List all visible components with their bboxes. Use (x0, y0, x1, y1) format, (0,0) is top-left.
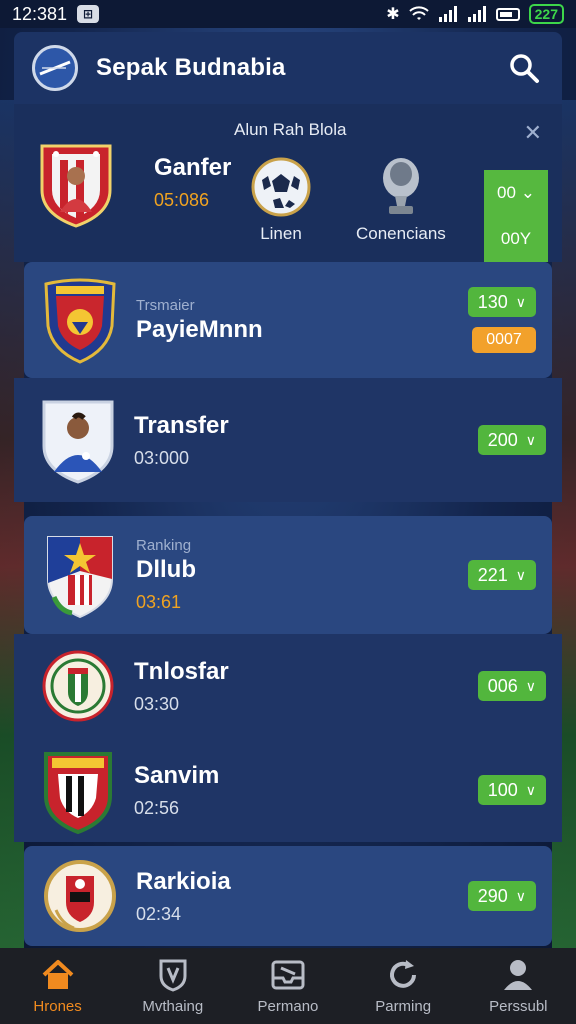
status-bar: 12:381 ⊞ ✱ 227 (0, 0, 576, 28)
app-title: Sepak Budnabia (96, 54, 286, 81)
row-time: 03:30 (134, 693, 180, 714)
battery-level: 227 (528, 4, 564, 24)
club-badge (40, 529, 120, 621)
search-icon (510, 54, 539, 83)
trophy-left-label: Linen (260, 224, 302, 243)
bluetooth-icon: ✱ (386, 6, 400, 23)
featured-heading: Alun Rah Blola (234, 120, 347, 139)
row-time: 02:34 (136, 903, 182, 924)
nav-item-matching[interactable]: Mvthaing (118, 958, 228, 1015)
nav-item-profile[interactable]: Perssubl (463, 958, 573, 1015)
bottom-navigation: Hrones Mvthaing Permano Parming Perssubl (0, 948, 576, 1024)
row-name: Sanvim (134, 761, 220, 789)
battery-icon (495, 7, 520, 21)
football-icon (251, 157, 311, 217)
app-notification-icon: ⊞ (77, 5, 100, 23)
row-subtitle: Trsmaier (136, 296, 195, 314)
row-name: PayieMnnn (136, 315, 263, 343)
row-name: Rarkioia (136, 867, 231, 895)
chevron-down-icon: ∨ (525, 781, 536, 798)
player-badge (38, 394, 118, 486)
chevron-down-icon: ∨ (515, 293, 526, 310)
score-dropdown-button[interactable]: 221 ∨ (467, 560, 536, 590)
app-logo[interactable] (32, 45, 78, 91)
row-name: Transfer (134, 411, 229, 439)
list-item[interactable]: Trsmaier PayieMnnn 130 ∨ 0007 (24, 262, 552, 378)
close-icon[interactable]: ✕ (524, 120, 542, 146)
row-name: Dllub (136, 556, 196, 583)
chevron-down-icon: ∨ (525, 677, 536, 694)
trophy-icon (382, 158, 419, 214)
profile-icon (501, 958, 535, 992)
nav-item-permano[interactable]: Permano (233, 958, 343, 1015)
featured-action-bottom[interactable]: 00Y (501, 229, 531, 249)
score-dropdown-button[interactable]: 100 ∨ (477, 775, 546, 805)
score-dropdown-button[interactable]: 200 ∨ (477, 425, 546, 455)
shield-icon (156, 958, 190, 992)
club-badge (38, 744, 118, 836)
trophy-left[interactable]: Linen (250, 156, 312, 244)
home-icon (41, 958, 75, 992)
score-dropdown-button[interactable]: 130 ∨ (467, 287, 536, 317)
featured-name: Ganfer (154, 154, 232, 181)
nav-label: Parming (375, 997, 432, 1015)
nav-label: Perssubl (489, 997, 548, 1015)
featured-card[interactable]: Alun Rah Blola ✕ Ganfer 05:086 Linen Con… (14, 104, 562, 262)
club-badge (38, 640, 118, 732)
row-subtitle: Ranking (136, 537, 192, 554)
featured-action-top[interactable]: 00 ⌄ (497, 183, 535, 203)
list-item[interactable]: Transfer 03:000 200 ∨ (14, 378, 562, 502)
wifi-icon (408, 6, 429, 20)
score-dropdown-button[interactable]: 290 ∨ (467, 881, 536, 911)
search-button[interactable] (504, 48, 544, 88)
featured-action-panel[interactable]: 00 ⌄ 00Y (484, 170, 548, 262)
list-item[interactable]: Rarkioia 02:34 290 ∨ (24, 846, 552, 946)
club-badge (40, 850, 120, 942)
player-badge (36, 138, 116, 230)
row-time: 02:56 (134, 797, 180, 818)
match-list: Alun Rah Blola ✕ Ganfer 05:086 Linen Con… (14, 104, 562, 946)
trophy-right-label: Conencians (356, 224, 446, 243)
signal-icon-2 (467, 6, 486, 22)
row-name: Tnlosfar (134, 657, 229, 685)
chevron-down-icon: ∨ (525, 431, 536, 448)
app-header: Sepak Budnabia (14, 32, 562, 104)
inbox-icon (271, 958, 305, 992)
secondary-badge-button[interactable]: 0007 (472, 327, 536, 353)
trophy-right[interactable]: Conencians (356, 156, 446, 244)
list-item[interactable]: Tnlosfar 03:30 006 ∨ (14, 634, 562, 738)
nav-label: Mvthaing (142, 997, 204, 1015)
nav-item-home[interactable]: Hrones (3, 958, 113, 1015)
nav-label: Hrones (33, 997, 82, 1015)
featured-time: 05:086 (154, 190, 210, 210)
chevron-down-icon: ∨ (515, 566, 526, 583)
score-dropdown-button[interactable]: 006 ∨ (477, 671, 546, 701)
nav-item-parming[interactable]: Parming (348, 958, 458, 1015)
refresh-icon (386, 958, 420, 992)
row-time: 03:61 (136, 592, 182, 612)
list-item[interactable]: Ranking Dllub 03:61 221 ∨ (24, 516, 552, 634)
list-item[interactable]: Sanvim 02:56 100 ∨ (14, 738, 562, 842)
club-badge (40, 274, 120, 366)
nav-label: Permano (257, 997, 319, 1015)
signal-icon (438, 6, 457, 22)
status-time: 12:381 (12, 3, 68, 24)
chevron-down-icon: ∨ (515, 887, 526, 904)
row-time: 03:000 (134, 447, 190, 468)
